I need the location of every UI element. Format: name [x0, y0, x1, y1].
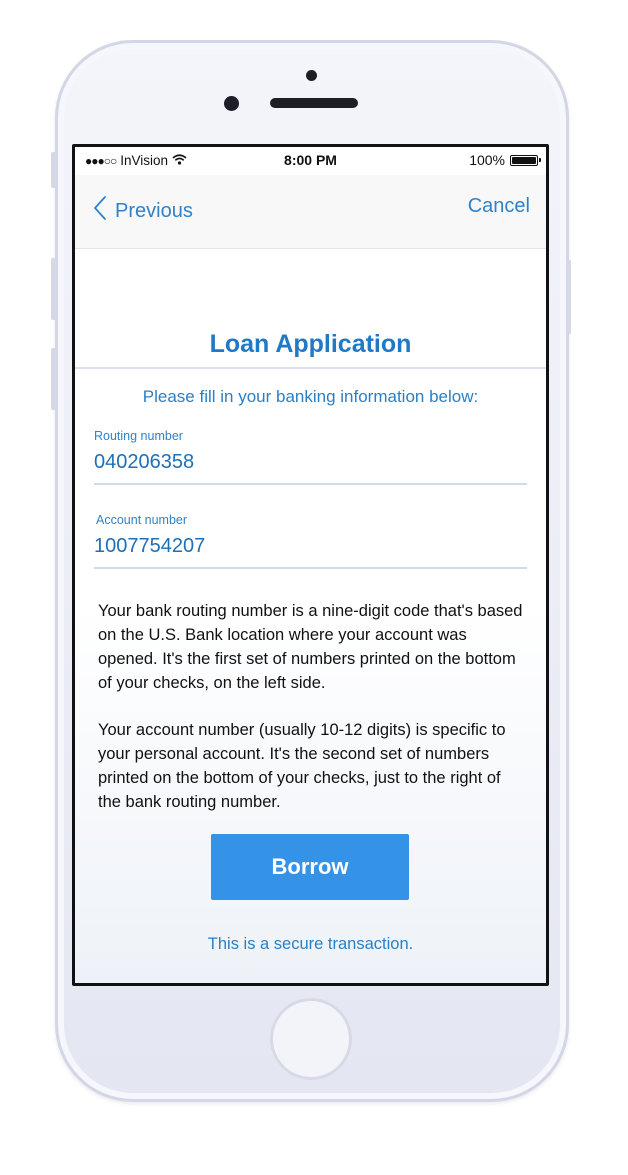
- power-button: [566, 260, 571, 334]
- proximity-sensor: [306, 70, 317, 81]
- mute-switch: [51, 152, 56, 188]
- page-title: Loan Application: [209, 330, 412, 358]
- routing-number-help-text: Your bank routing number is a nine-digit…: [98, 602, 523, 692]
- battery-status: 100%: [469, 152, 541, 168]
- account-number-label: Account number: [96, 513, 188, 527]
- borrow-button[interactable]: Borrow: [211, 834, 409, 900]
- title-divider: [75, 367, 546, 369]
- account-number-underline: [94, 567, 527, 569]
- battery-percent: 100%: [469, 152, 505, 168]
- account-number-help-text: Your account number (usually 10-12 digit…: [98, 721, 506, 811]
- form-instructions: Please fill in your banking information …: [142, 387, 479, 406]
- routing-number-label: Routing number: [94, 429, 183, 443]
- earpiece-speaker: [270, 98, 358, 108]
- previous-button[interactable]: Previous: [93, 195, 193, 227]
- navigation-bar: Previous Cancel: [75, 175, 546, 249]
- routing-number-field[interactable]: Routing number 040206358: [94, 429, 527, 485]
- battery-icon: [510, 154, 541, 166]
- cancel-button[interactable]: Cancel: [468, 195, 530, 218]
- account-number-input[interactable]: 1007754207: [94, 535, 527, 558]
- account-number-field[interactable]: Account number 1007754207: [94, 513, 527, 569]
- volume-up-button: [51, 258, 56, 320]
- home-button[interactable]: [270, 998, 352, 1080]
- routing-number-underline: [94, 483, 527, 485]
- chevron-left-icon: [93, 195, 107, 227]
- status-bar: ●●●○○ InVision 8:00 PM 100%: [75, 147, 546, 175]
- front-camera-icon: [224, 96, 239, 111]
- routing-number-input[interactable]: 040206358: [94, 451, 527, 474]
- app-screen: ●●●○○ InVision 8:00 PM 100% Previous Can…: [72, 144, 549, 986]
- previous-label: Previous: [115, 199, 193, 222]
- secure-transaction-note: This is a secure transaction.: [207, 935, 414, 953]
- volume-down-button: [51, 348, 56, 410]
